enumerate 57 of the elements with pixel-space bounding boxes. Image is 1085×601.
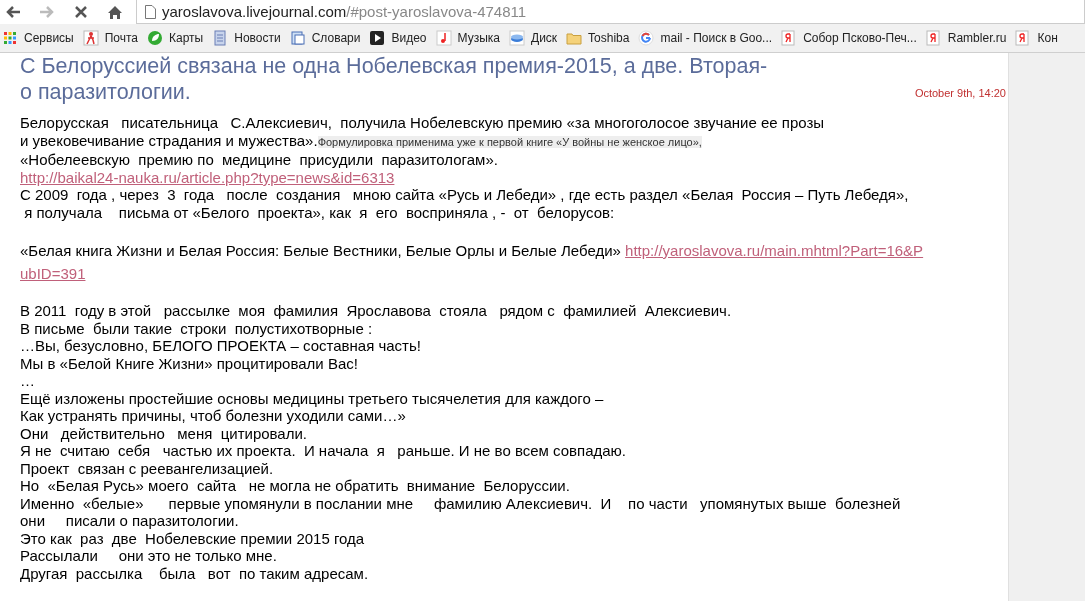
bookmark-item[interactable]: Сервисы (2, 30, 74, 46)
body-text: и увековечивание страдания и мужества». (20, 131, 318, 149)
bookmark-item[interactable]: Словари (289, 30, 361, 46)
bookmark-item[interactable]: Кон (1015, 30, 1058, 46)
bookmark-item[interactable]: Почта (82, 30, 139, 46)
body-text: Белорусская писательница С.Алексиевич, получила Нобелевскую премию «за многоголосое звучание ее прозы (20, 114, 825, 131)
close-icon (75, 6, 87, 18)
bookmark-item[interactable]: Собор Псково-Печ... (781, 30, 917, 46)
letter-tab-icon (781, 30, 798, 46)
home-icon (107, 4, 123, 20)
bookmark-item[interactable]: Rambler.ru (925, 30, 1007, 46)
letter-tab-icon (925, 30, 942, 46)
body-text: Как устранять причины, чтоб болезни уходили сами…» (20, 407, 406, 424)
article-link[interactable]: http://baikal24-nauka.ru/article.php?type=news&id=6313 (20, 168, 395, 186)
body-text: Проект связан с реевангелизацией. (20, 459, 274, 477)
post-title: С Белоруссией связана не одна Нобелевская премия-2015, а две. Вторая- о паразитологии. (20, 53, 768, 105)
body-text: С 2009 года , через 3 года после создания мною сайта «Русь и Лебеди» , где есть раздел «Белая Россия – Путь Лебедя», (20, 186, 909, 203)
bookmark-item[interactable]: mail - Поиск в Goo... (638, 30, 773, 46)
page-icon (145, 4, 156, 19)
bookmark-item[interactable]: Карты (147, 30, 204, 46)
body-text: В письме были такие строки полустихотворные : (20, 319, 373, 337)
article-link[interactable]: http://yaroslavova.ru/main.mhtml?Part=16&P (625, 241, 924, 259)
bookmark-item[interactable]: Музыка (435, 30, 500, 46)
play-icon (369, 30, 386, 46)
body-text: «Белая книга Жизни и Белая Россия: Белые Вестники, Белые Орлы и Белые Лебеди» (20, 241, 622, 259)
bookmark-item[interactable]: Новости (212, 30, 281, 46)
body-text: Это как раз две Нобелевские премии 2015 года (20, 529, 365, 547)
leaf-icon (147, 30, 164, 46)
bookmark-item[interactable]: Диск (509, 30, 558, 46)
body-text: «Нобелеевскую премию по медицине присудили паразитологам». (20, 151, 498, 168)
arrow-right-icon (39, 5, 55, 19)
body-text: Я не считаю себя частью их проекта. И начала я раньше. И не во всем совпадаю. (20, 442, 626, 459)
bookmark-item[interactable]: Toshiba (566, 30, 630, 46)
body-text: Рассылали они это не только мне. (20, 547, 277, 564)
music-note-icon (435, 30, 452, 46)
body-text: … (20, 372, 35, 389)
article-link[interactable]: ubID=391 (20, 264, 86, 282)
body-text: Другая рассылка была вот по таким адресам. (20, 564, 369, 582)
scrollbar-track[interactable] (1008, 53, 1085, 601)
note-text: Формулировка применима уже к первой книге «У войны не женское лицо», (317, 135, 702, 148)
body-text: Но «Белая Русь» моего сайта не могла не обратить внимание Белоруссии. (20, 477, 570, 494)
grid-icon (2, 30, 18, 46)
folder-icon (566, 30, 583, 46)
arrow-left-icon (5, 5, 21, 19)
document-icon (212, 30, 229, 46)
body-text: Мы в «Белой Книге Жизни» процитировали Вас! (20, 354, 358, 372)
body-text: я получала письма от «Белого проекта», как я его восприняла , - от белорусов: (23, 203, 615, 221)
body-text: …Вы, безусловно, БЕЛОГО ПРОЕКТА – составная часть! (20, 337, 421, 354)
bookmark-item[interactable]: Видео (369, 30, 427, 46)
post-date: October 9th, 14:20 (914, 87, 1006, 99)
body-text: Ещё изложены простейшие основы медицины третьего тысячелетия для каждого – (20, 389, 604, 407)
body-text: Они действительно меня цитировали. (20, 424, 307, 442)
g-logo-icon (638, 30, 655, 46)
letter-tab-icon (1015, 30, 1032, 46)
body-text: В 2011 году в этой рассылке моя фамилия Ярославова стояла рядом с фамилией Алексиевич. (20, 302, 732, 319)
body-text: Именно «белые» первые упомянули в послании мне фамилию Алексиевич. И по части упомянутых выше болезней (20, 494, 901, 512)
body-text: они писали о паразитологии. (20, 512, 239, 529)
